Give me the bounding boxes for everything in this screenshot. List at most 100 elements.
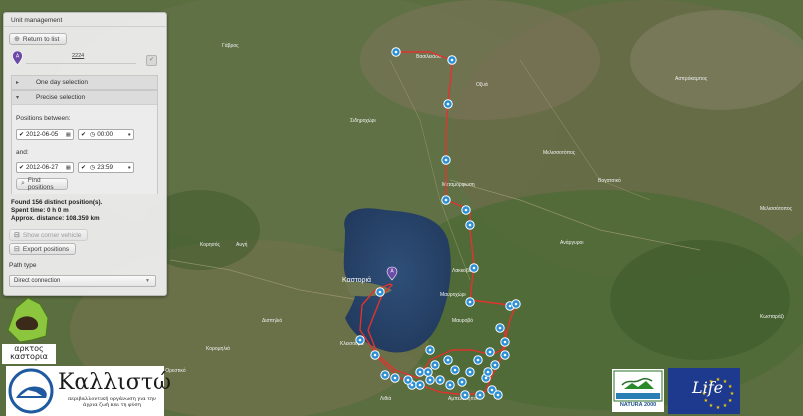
map-place-label: Βογατσικό — [598, 177, 621, 184]
map-place-label: Μελισσοτόπος — [543, 149, 576, 156]
path-type-select[interactable]: Direct connection ▼ — [9, 275, 156, 287]
divider — [4, 26, 166, 27]
marker-dot — [358, 338, 362, 342]
marker-dot — [406, 378, 410, 382]
marker-dot — [478, 393, 482, 397]
marker-dot — [468, 370, 472, 374]
clock-icon: ◷ — [90, 165, 96, 171]
natura-2000-logo: NATURA 2000 — [612, 369, 664, 412]
show-corner-vehicle-button[interactable]: ⊟ Show corner vehicle — [9, 229, 88, 241]
map-place-label: Καστοριά — [342, 276, 371, 284]
precise-selection-header[interactable]: ▾ Precise selection — [12, 91, 157, 104]
end-date-value: 2012-06-27 — [26, 164, 59, 171]
calendar-icon[interactable]: ▦ — [66, 132, 71, 138]
clock-icon: ◷ — [90, 132, 96, 138]
kallisto-bear-icon — [8, 368, 54, 414]
path-type-value: Direct connection — [14, 278, 61, 284]
return-icon: ⊕ — [14, 36, 20, 43]
marker-dot — [426, 370, 430, 374]
map-place-label: Αυγή — [236, 241, 248, 248]
marker-dot — [476, 358, 480, 362]
map-place-label: Κωσταράζι — [760, 313, 784, 320]
checkbox-icon[interactable]: ✔ — [81, 131, 86, 138]
map-place-label: Οξυά — [476, 81, 488, 88]
export-positions-button[interactable]: ⊟ Export positions — [9, 243, 76, 255]
path-type-label: Path type — [9, 262, 37, 269]
eu-star-icon: ★ — [728, 384, 733, 390]
and-label: and: — [16, 149, 29, 156]
map-place-label: Γάβρος — [222, 42, 239, 49]
eu-star-icon: ★ — [709, 403, 714, 409]
start-time-field[interactable]: ✔ ◷ 00:00 ● — [78, 129, 134, 140]
marker-dot — [460, 380, 464, 384]
marker-dot — [463, 393, 467, 397]
map-place-label: Σιδηροχώρι — [350, 117, 376, 124]
clock-picker-icon[interactable]: ● — [128, 165, 131, 171]
marker-dot — [428, 348, 432, 352]
marker-dot — [438, 378, 442, 382]
export-label: Export positions — [22, 245, 70, 253]
clock-picker-icon[interactable]: ● — [128, 132, 131, 138]
marker-dot — [484, 376, 488, 380]
end-time-field[interactable]: ✔ ◷ 23:59 ● — [78, 162, 134, 173]
marker-dot — [410, 383, 414, 387]
marker-dot — [503, 353, 507, 357]
map-place-label: Μαυροβό — [452, 317, 473, 324]
map-place-label: Κορομηλιά — [206, 345, 230, 352]
marker-dot — [490, 388, 494, 392]
unit-id[interactable]: 2224 — [72, 53, 84, 59]
marker-dot — [393, 376, 397, 380]
marker-dot — [453, 368, 457, 372]
panel-title: Unit management — [11, 17, 63, 24]
marker-dot — [373, 353, 377, 357]
map-place-label: Μεταμόρφωση — [442, 181, 475, 188]
edit-unit-icon[interactable]: ✓ — [146, 55, 157, 66]
find-label: Find positions — [27, 177, 54, 191]
marker-dot — [493, 363, 497, 367]
marker-dot — [394, 50, 398, 54]
marker-dot — [444, 158, 448, 162]
return-to-list-button[interactable]: ⊕ Return to list — [9, 33, 67, 45]
marker-dot — [383, 373, 387, 377]
checkbox-icon[interactable]: ✔ — [19, 164, 24, 171]
kallisto-title: Καλλιστώ — [58, 370, 171, 395]
positions-between-label: Positions between: — [16, 115, 71, 122]
vehicle-icon: ⊟ — [14, 232, 20, 239]
kallisto-subtitle: περιβαλλοντική οργάνωση για την άγρια ζω… — [67, 396, 156, 408]
start-date-value: 2012-06-05 — [26, 131, 59, 138]
marker-dot — [446, 102, 450, 106]
marker-dot — [508, 304, 512, 308]
marker-dot — [486, 370, 490, 374]
eu-star-icon: ★ — [704, 398, 709, 404]
marker-dot — [496, 393, 500, 397]
marker-dot — [418, 370, 422, 374]
map-place-label: Λιθιά — [380, 395, 391, 402]
eu-life-logo: ★ ★ ★ ★ ★ ★ ★ ★ ★ ★ ★ ★ Life — [668, 368, 740, 414]
found-text: Found 156 distinct position(s). — [11, 199, 103, 206]
search-icon: ⌕ — [21, 180, 25, 187]
distance-text: Approx. distance: 108.359 km — [11, 215, 100, 222]
precise-selection-section: ▾ Precise selection Positions between: ✔… — [11, 90, 158, 194]
marker-dot — [514, 302, 518, 306]
checkbox-icon[interactable]: ✔ — [81, 164, 86, 171]
eu-star-icon: ★ — [730, 391, 735, 397]
end-time-value: 23:59 — [97, 164, 114, 171]
start-time-value: 00:00 — [97, 131, 114, 138]
map-place-label: Μελισσότοπος — [760, 205, 793, 212]
unit-management-panel: Unit management ⊕ Return to list A 2224 … — [3, 12, 167, 296]
spent-time-text: Spent time: 0 h 0 m — [11, 207, 69, 214]
find-positions-button[interactable]: ⌕ Find positions — [16, 177, 68, 191]
map-place-label: Ανάργυροι — [560, 239, 583, 246]
start-date-field[interactable]: ✔ 2012-06-05 ▦ — [16, 129, 74, 140]
one-day-selection-section[interactable]: ▸ One day selection — [11, 75, 158, 90]
eu-star-icon: ★ — [723, 403, 728, 409]
end-date-field[interactable]: ✔ 2012-06-27 ▦ — [16, 162, 74, 173]
marker-dot — [498, 326, 502, 330]
arktos-kastoria-logo: αρκτος καστορια — [2, 292, 56, 364]
calendar-icon[interactable]: ▦ — [66, 165, 71, 171]
marker-dot — [464, 208, 468, 212]
precise-label: Precise selection — [36, 94, 86, 101]
life-text: Life — [692, 378, 724, 397]
checkbox-icon[interactable]: ✔ — [19, 131, 24, 138]
eu-star-icon: ★ — [716, 405, 721, 411]
